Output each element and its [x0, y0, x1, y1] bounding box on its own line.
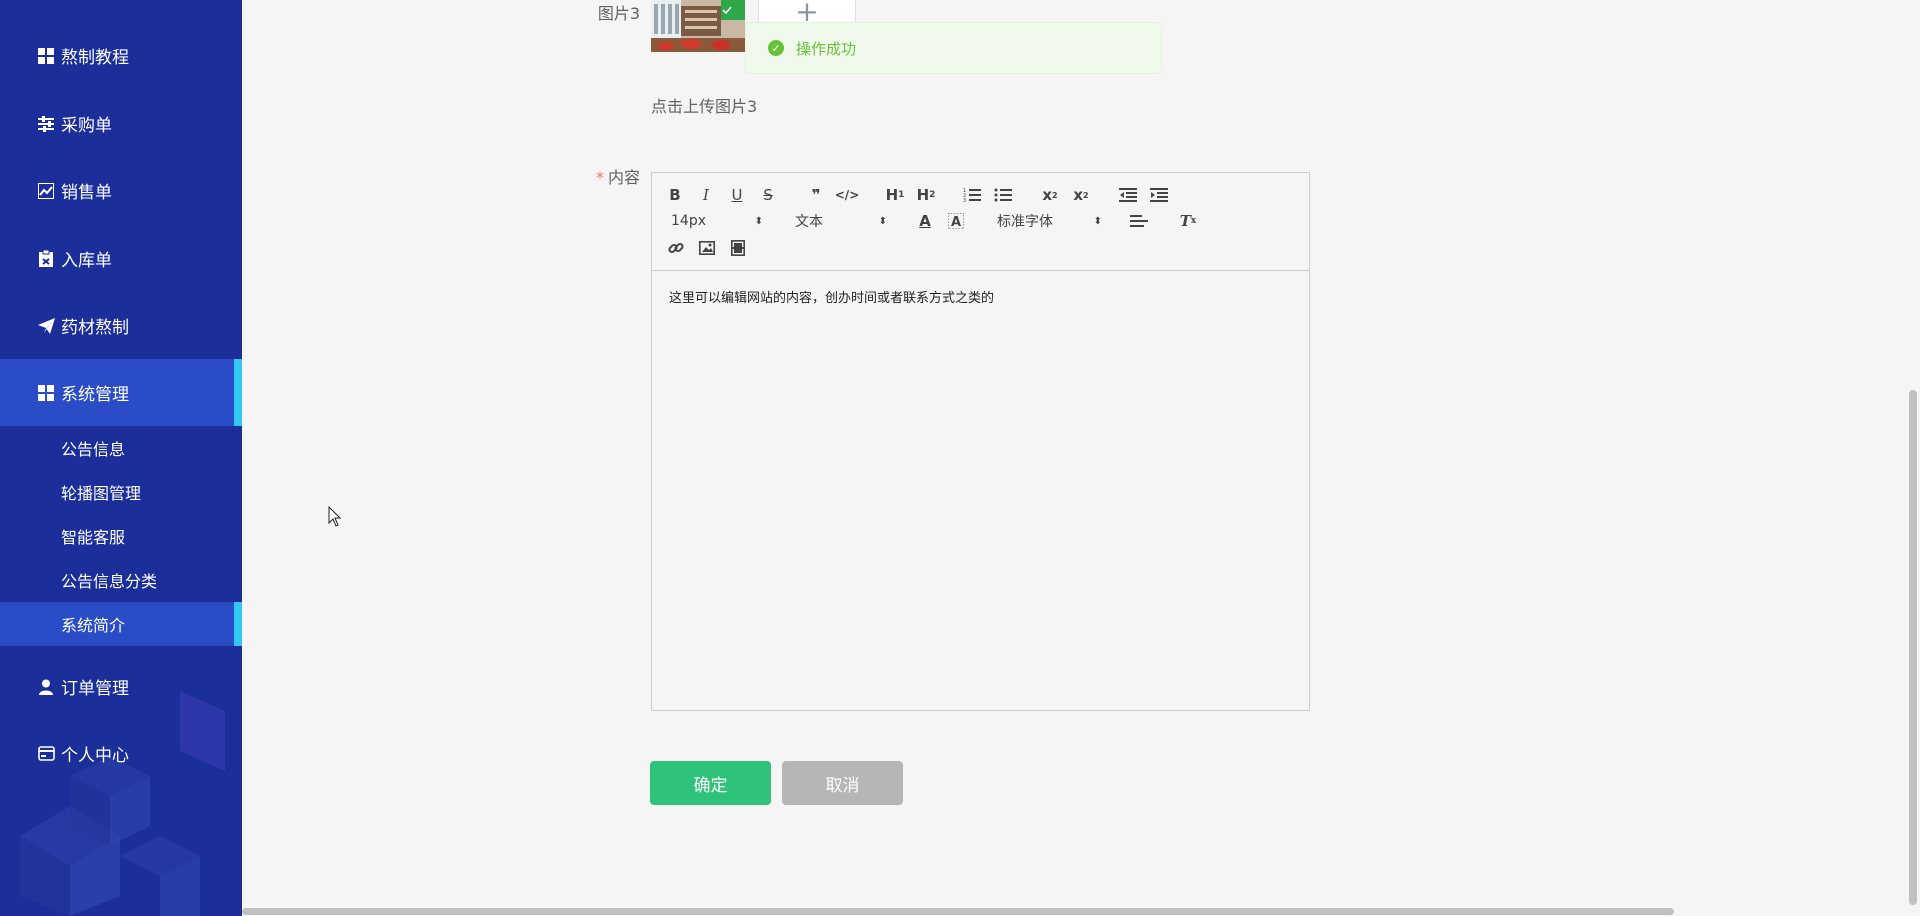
rich-text-editor: B I U S ❞ </> H1 H2 123 x2 x2 14px ⬍ 文本 ⬍ …	[651, 172, 1310, 711]
horizontal-scroll-thumb[interactable]	[242, 908, 1674, 915]
submenu-item-carousel-management[interactable]: 轮播图管理	[0, 470, 242, 514]
content-label: * 内容	[580, 164, 640, 188]
submenu-label: 公告信息分类	[61, 572, 158, 591]
heading2-icon[interactable]: H2	[915, 184, 937, 206]
font-family-select[interactable]: 标准字体 ⬍	[997, 210, 1102, 232]
menu-label: 个人中心	[61, 746, 129, 766]
menu-item-decoction-tutorial[interactable]: 熬制教程	[0, 22, 242, 89]
subscript-icon[interactable]: x2	[1040, 184, 1060, 206]
mouse-cursor-icon	[328, 506, 342, 527]
menu-label: 采购单	[61, 116, 112, 136]
superscript-icon[interactable]: x2	[1071, 184, 1091, 206]
outdent-icon[interactable]	[1118, 184, 1138, 206]
underline-icon[interactable]: U	[729, 184, 745, 206]
submenu-item-smart-customer-service[interactable]: 智能客服	[0, 514, 242, 558]
submenu-label: 智能客服	[61, 528, 126, 547]
menu-item-stock-in-order[interactable]: 入库单	[0, 225, 242, 292]
required-mark: *	[595, 168, 604, 187]
menu-label: 药材熬制	[61, 318, 129, 338]
font-family-value: 标准字体	[997, 214, 1053, 230]
submenu-item-system-intro[interactable]: 系统简介	[0, 602, 242, 646]
menu-item-sales-order[interactable]: 销售单	[0, 157, 242, 224]
header-select[interactable]: 文本 ⬍	[795, 210, 887, 232]
vertical-scroll-thumb[interactable]	[1909, 390, 1917, 905]
grid-icon	[37, 47, 55, 65]
bullet-list-icon[interactable]	[993, 184, 1013, 206]
success-toast: ✓ 操作成功	[745, 22, 1162, 74]
strikethrough-icon[interactable]: S	[760, 184, 776, 206]
menu-item-purchase-order[interactable]: 采购单	[0, 90, 242, 157]
select-arrow-icon: ⬍	[878, 215, 887, 227]
font-size-value: 14px	[671, 213, 706, 229]
ordered-list-icon[interactable]: 123	[962, 184, 982, 206]
vertical-scrollbar[interactable]	[1905, 0, 1920, 916]
editor-paragraph: 这里可以编辑网站的内容，创办时间或者联系方式之类的	[669, 291, 995, 306]
video-icon[interactable]	[729, 237, 747, 259]
heading1-icon[interactable]: H1	[884, 184, 906, 206]
plus-icon: +	[795, 0, 819, 24]
send-icon	[37, 317, 55, 335]
svg-text:3: 3	[963, 198, 966, 203]
upload-hint: 点击上传图片3	[651, 97, 758, 116]
bold-icon[interactable]: B	[667, 184, 683, 206]
user-icon	[37, 678, 55, 696]
image3-preview	[651, 0, 745, 52]
indent-icon[interactable]	[1149, 184, 1169, 206]
font-color-icon[interactable]: A	[916, 210, 934, 232]
clipboard-icon	[37, 250, 55, 268]
menu-item-herb-decoction[interactable]: 药材熬制	[0, 292, 242, 359]
submenu-item-announcement-categories[interactable]: 公告信息分类	[0, 558, 242, 602]
image-icon[interactable]	[698, 237, 716, 259]
menu-label: 熬制教程	[61, 48, 129, 68]
italic-icon[interactable]: I	[698, 184, 714, 206]
sidebar: 熬制教程 采购单 销售单 入库单 药材熬制 系统管理 公告信息 轮播图管理 智能…	[0, 0, 242, 916]
horizontal-scrollbar[interactable]	[242, 907, 1920, 916]
menu-label: 订单管理	[61, 679, 129, 699]
select-arrow-icon: ⬍	[1093, 215, 1102, 227]
svg-text:A: A	[951, 215, 961, 229]
card-icon	[37, 745, 55, 763]
font-size-select[interactable]: 14px ⬍	[671, 210, 763, 232]
image3-label: 图片3	[597, 4, 640, 23]
menu-label: 销售单	[61, 183, 112, 203]
grid-icon	[37, 384, 55, 402]
content-label-text: 内容	[607, 168, 640, 187]
code-block-icon[interactable]: </>	[835, 184, 860, 206]
header-select-value: 文本	[795, 214, 823, 230]
editor-toolbar: B I U S ❞ </> H1 H2 123 x2 x2 14px ⬍ 文本 ⬍ …	[652, 173, 1309, 271]
editor-content[interactable]: 这里可以编辑网站的内容，创办时间或者联系方式之类的	[652, 271, 1309, 322]
blockquote-icon[interactable]: ❞	[807, 184, 825, 206]
toast-message: 操作成功	[796, 39, 857, 58]
menu-label: 系统管理	[61, 385, 129, 405]
image3-thumbnail[interactable]	[651, 0, 745, 52]
background-color-icon[interactable]: A	[947, 210, 965, 232]
menu-item-system-management[interactable]: 系统管理	[0, 359, 242, 426]
cancel-button[interactable]: 取消	[782, 761, 903, 805]
check-circle-icon: ✓	[768, 40, 784, 56]
confirm-button[interactable]: 确定	[650, 761, 771, 805]
chart-icon	[37, 182, 55, 200]
sliders-icon	[37, 115, 55, 133]
clear-format-icon[interactable]: Tx	[1178, 210, 1198, 232]
submenu-label: 系统简介	[61, 616, 126, 635]
menu-item-personal-center[interactable]: 个人中心	[0, 720, 242, 787]
menu-label: 入库单	[61, 251, 112, 271]
menu-item-order-management[interactable]: 订单管理	[0, 653, 242, 720]
align-icon[interactable]	[1129, 210, 1149, 232]
submenu-label: 公告信息	[61, 440, 126, 459]
submenu-label: 轮播图管理	[61, 484, 142, 503]
link-icon[interactable]	[667, 237, 685, 259]
select-arrow-icon: ⬍	[754, 215, 763, 227]
image3-upload-trigger[interactable]: +	[758, 0, 856, 24]
submenu-item-announcements[interactable]: 公告信息	[0, 426, 242, 470]
